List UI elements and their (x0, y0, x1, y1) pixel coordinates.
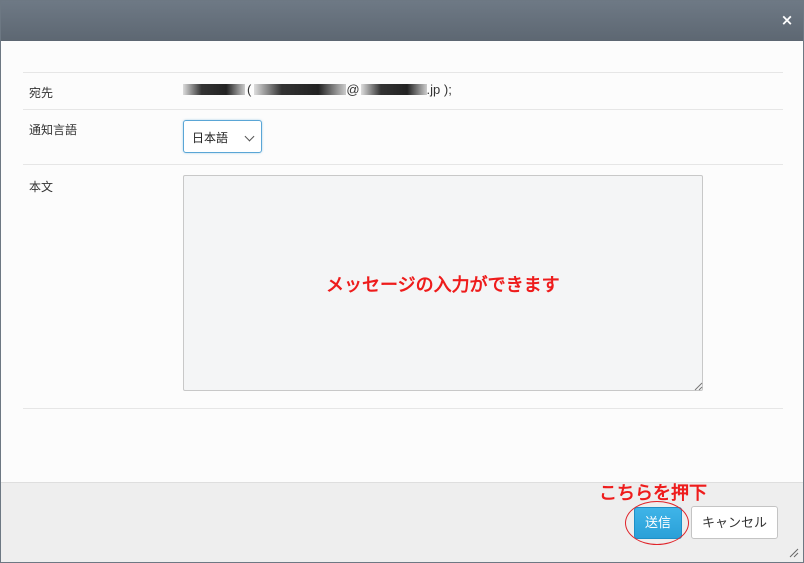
textarea-resize-icon[interactable] (693, 381, 703, 391)
language-select[interactable]: 日本語 (183, 120, 262, 153)
chevron-down-icon (244, 131, 255, 142)
press-annotation: こちらを押下 (599, 483, 707, 504)
recipient-label: 宛先 (29, 86, 54, 100)
language-selected-value: 日本語 (192, 131, 229, 145)
redacted-local-part (254, 84, 347, 95)
language-row: 通知言語 日本語 (23, 109, 783, 164)
notification-dialog: × 宛先 ( @ .jp ); 通知言語 日本語 本文 メッセージの入力ができま… (0, 0, 804, 563)
redacted-domain (360, 84, 427, 95)
dialog-titlebar: × (1, 1, 803, 41)
language-label: 通知言語 (29, 123, 78, 137)
close-icon[interactable]: × (779, 12, 795, 28)
message-annotation: メッセージの入力ができます (326, 275, 560, 296)
cancel-button[interactable]: キャンセル (691, 506, 778, 539)
window-resize-icon[interactable] (789, 548, 799, 558)
recipient-row: 宛先 ( @ .jp ); (23, 72, 783, 109)
send-button[interactable]: 送信 (634, 507, 682, 539)
recipient-value: ( @ .jp ); (183, 82, 452, 97)
redacted-name (183, 84, 245, 95)
body-label: 本文 (29, 180, 54, 194)
